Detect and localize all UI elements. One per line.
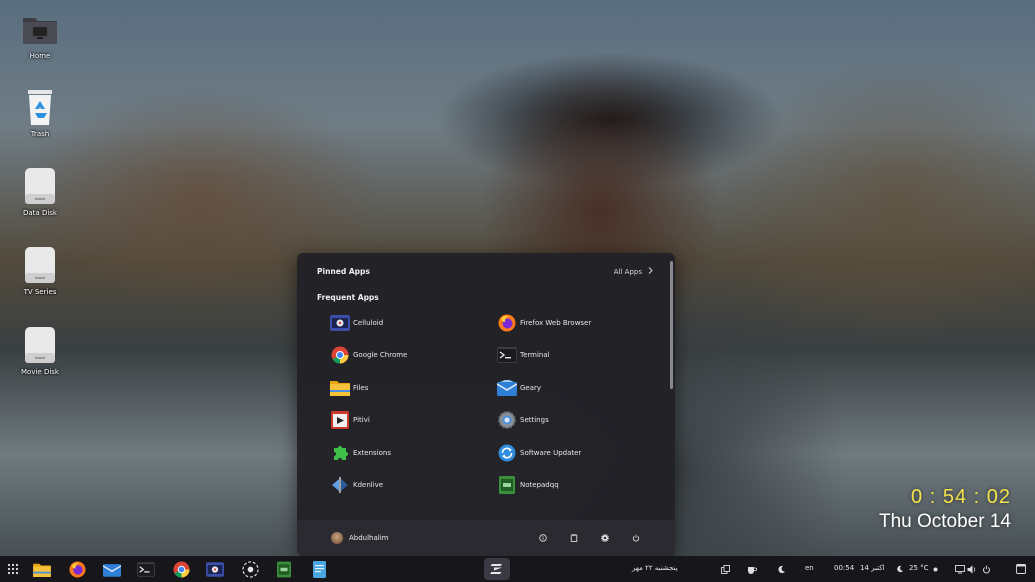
language-indicator[interactable]: en — [805, 564, 814, 572]
power-icon[interactable] — [632, 534, 640, 542]
clock-time: 0 : 54 : 02 — [911, 486, 1011, 508]
desktop-icon-movie-disk[interactable]: Movie Disk — [14, 326, 66, 376]
app-name: Firefox Web Browser — [520, 318, 592, 327]
chrome-icon — [329, 346, 350, 365]
firefox-icon — [496, 313, 517, 332]
settings-icon — [496, 411, 517, 430]
desktop-icon-label: Trash — [30, 130, 50, 138]
moon-icon — [891, 560, 909, 578]
app-item-files[interactable]: Files — [329, 378, 496, 398]
mail-icon[interactable] — [103, 560, 121, 578]
document-icon[interactable] — [310, 560, 328, 578]
frequent-apps-grid: Celluloid Firefox Web Browser Google Chr… — [329, 313, 659, 495]
taskbar: پنجشنبه ۲۲ مهر en 00:54 14 اکتبر 25 °C — [0, 556, 1035, 582]
notepad-icon[interactable] — [275, 560, 293, 578]
notepadqq-icon — [496, 476, 517, 495]
zorin-logo-icon — [490, 560, 504, 579]
app-name: Settings — [520, 416, 549, 425]
chevron-right-icon — [648, 267, 653, 276]
app-item-celluloid[interactable]: Celluloid — [329, 313, 496, 333]
dot-icon — [926, 560, 944, 578]
drive-icon — [21, 326, 59, 364]
info-icon[interactable] — [539, 534, 547, 542]
kdenlive-icon — [329, 476, 350, 495]
terminal-icon[interactable] — [137, 560, 155, 578]
app-item-pitivi[interactable]: Pitivi — [329, 411, 496, 431]
pinned-apps-title: Pinned Apps — [317, 267, 370, 276]
chrome-icon[interactable] — [172, 560, 190, 578]
app-name: Software Updater — [520, 448, 582, 457]
files-icon[interactable] — [33, 560, 51, 578]
app-item-terminal[interactable]: Terminal — [496, 346, 663, 366]
app-item-kdenlive[interactable]: Kdenlive — [329, 476, 496, 496]
drive-icon — [21, 167, 59, 205]
pinned-apps-header: Pinned Apps All Apps — [317, 267, 653, 276]
clipboard-icon[interactable] — [570, 534, 578, 542]
app-item-software-updater[interactable]: Software Updater — [496, 443, 663, 463]
gear-icon[interactable] — [601, 534, 609, 542]
persian-date[interactable]: پنجشنبه ۲۲ مهر — [632, 564, 678, 572]
extensions-icon — [329, 443, 350, 462]
desktop-icon-label: Home — [29, 52, 51, 60]
show-desktop-icon[interactable] — [1012, 560, 1030, 578]
app-name: Notepadqq — [520, 481, 559, 490]
frequent-apps-header: Frequent Apps — [317, 293, 653, 302]
software-updater-icon — [496, 443, 517, 462]
celluloid-icon — [329, 313, 350, 332]
app-name: Terminal — [520, 351, 550, 360]
avatar — [331, 532, 343, 544]
app-item-geary[interactable]: Geary — [496, 378, 663, 398]
celluloid-icon[interactable] — [206, 560, 224, 578]
firefox-icon[interactable] — [68, 560, 86, 578]
desktop-icon-home[interactable]: Home — [14, 10, 66, 60]
files-icon — [329, 378, 350, 397]
window-switch-icon[interactable] — [716, 560, 734, 578]
all-apps-button[interactable]: All Apps — [614, 267, 653, 276]
pinwheel-icon[interactable] — [241, 560, 259, 578]
app-name: Celluloid — [353, 318, 384, 327]
taskbar-clock[interactable]: 00:54 — [834, 564, 854, 572]
desktop-icon-label: Movie Disk — [21, 368, 59, 376]
app-grid-icon[interactable] — [4, 560, 22, 578]
desktop-icon-tv-series[interactable]: TV Series — [14, 246, 66, 296]
power-icon[interactable] — [977, 560, 995, 578]
coffee-icon[interactable] — [743, 560, 761, 578]
app-menu: Pinned Apps All Apps Frequent Apps Cellu… — [297, 253, 675, 556]
desktop-icon-trash[interactable]: Trash — [14, 88, 66, 138]
zorin-menu-button[interactable] — [484, 558, 510, 580]
app-name: Extensions — [353, 448, 392, 457]
folder-icon — [21, 10, 59, 48]
desktop-clock-widget: 0 : 54 : 02 Thu October 14 — [879, 486, 1011, 533]
user-name: Abdulhalim — [349, 534, 389, 542]
user-button[interactable]: Abdulhalim — [331, 532, 389, 544]
desktop-icon-data-disk[interactable]: Data Disk — [14, 167, 66, 217]
app-name: Files — [353, 383, 369, 392]
app-name: Pitivi — [353, 416, 370, 425]
app-name: Geary — [520, 383, 542, 392]
app-item-extensions[interactable]: Extensions — [329, 443, 496, 463]
app-item-settings[interactable]: Settings — [496, 411, 663, 431]
frequent-apps-title: Frequent Apps — [317, 293, 379, 302]
clock-date: Thu October 14 — [878, 511, 1011, 532]
all-apps-label: All Apps — [613, 267, 642, 276]
app-name: Google Chrome — [353, 351, 408, 360]
taskbar-date[interactable]: 14 اکتبر — [860, 564, 885, 572]
app-item-firefox[interactable]: Firefox Web Browser — [496, 313, 663, 333]
geary-icon — [496, 378, 517, 397]
desktop-icon-label: TV Series — [23, 288, 57, 296]
trash-icon — [21, 88, 59, 126]
app-name: Kdenlive — [353, 481, 384, 490]
menu-footer: Abdulhalim — [297, 520, 675, 556]
menu-scrollbar[interactable] — [670, 261, 673, 389]
app-item-notepadqq[interactable]: Notepadqq — [496, 476, 663, 496]
app-item-google-chrome[interactable]: Google Chrome — [329, 346, 496, 366]
pitivi-icon — [329, 411, 350, 430]
footer-actions — [539, 534, 640, 542]
desktop-icon-label: Data Disk — [23, 209, 57, 217]
drive-icon — [21, 246, 59, 284]
night-mode-icon[interactable] — [772, 560, 790, 578]
terminal-icon — [496, 346, 517, 365]
